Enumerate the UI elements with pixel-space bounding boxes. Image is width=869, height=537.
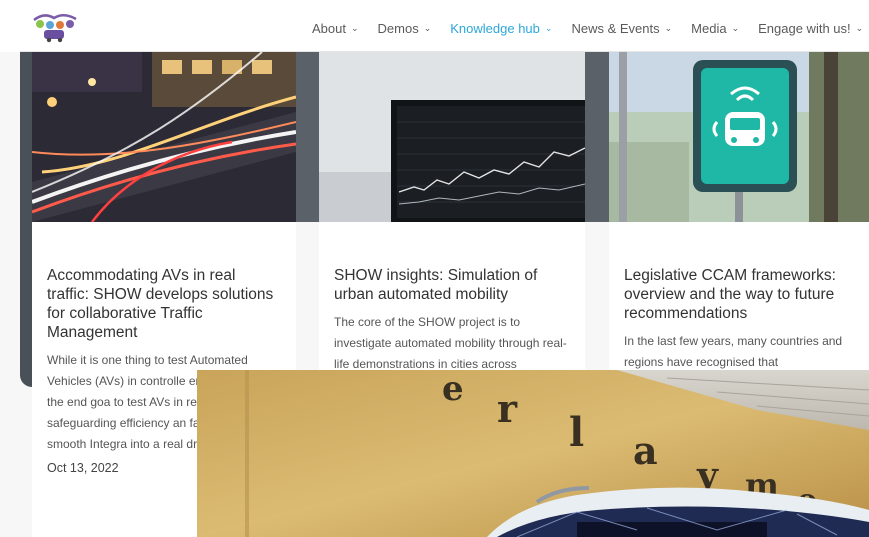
overlay-photo-parliament-bus: e r l a y m o n t	[197, 370, 869, 537]
card-gutter	[296, 52, 319, 222]
menu-engage-label: Engage with us!	[758, 20, 851, 36]
menu-engage[interactable]: Engage with us! ⌄	[758, 21, 863, 36]
chevron-down-icon: ⌄	[664, 22, 673, 33]
svg-text:a: a	[633, 428, 658, 473]
chevron-down-icon: ⌄	[544, 22, 553, 33]
menu-news-events[interactable]: News & Events ⌄	[571, 21, 672, 36]
site-logo[interactable]	[30, 10, 80, 44]
article-image-city-traffic[interactable]	[32, 52, 296, 222]
chevron-down-icon: ⌄	[731, 22, 740, 33]
menu-about[interactable]: About ⌄	[312, 21, 359, 36]
article-title[interactable]: Legislative CCAM frameworks: overview an…	[624, 266, 854, 323]
article-image-data-screen[interactable]	[319, 52, 585, 222]
article-title[interactable]: Accommodating AVs in real traffic: SHOW …	[47, 266, 281, 342]
top-navigation: About ⌄ Demos ⌄ Knowledge hub ⌄ News & E…	[20, 4, 869, 52]
menu-media[interactable]: Media ⌄	[691, 21, 739, 36]
menu-news-events-label: News & Events	[571, 20, 660, 36]
svg-text:l: l	[569, 409, 584, 456]
menu-knowledge-hub-label: Knowledge hub	[450, 20, 540, 36]
article-excerpt: The core of the SHOW project is to inves…	[334, 315, 567, 371]
menu-knowledge-hub[interactable]: Knowledge hub ⌄	[450, 21, 552, 36]
article-image-bus-sign[interactable]	[609, 52, 869, 222]
article-title[interactable]: SHOW insights: Simulation of urban autom…	[334, 266, 570, 304]
chevron-down-icon: ⌄	[423, 22, 432, 33]
menu-demos[interactable]: Demos ⌄	[378, 21, 432, 36]
main-menu: About ⌄ Demos ⌄ Knowledge hub ⌄ News & E…	[312, 4, 869, 52]
chevron-down-icon: ⌄	[855, 22, 864, 33]
chevron-down-icon: ⌄	[350, 22, 359, 33]
menu-about-label: About	[312, 20, 346, 36]
menu-media-label: Media	[691, 20, 727, 36]
card-gutter	[585, 52, 609, 222]
left-rail	[20, 52, 32, 387]
svg-text:r: r	[497, 386, 518, 431]
svg-text:e: e	[442, 370, 464, 409]
menu-demos-label: Demos	[377, 20, 419, 36]
article-excerpt: In the last few years, many countries an…	[624, 334, 843, 369]
